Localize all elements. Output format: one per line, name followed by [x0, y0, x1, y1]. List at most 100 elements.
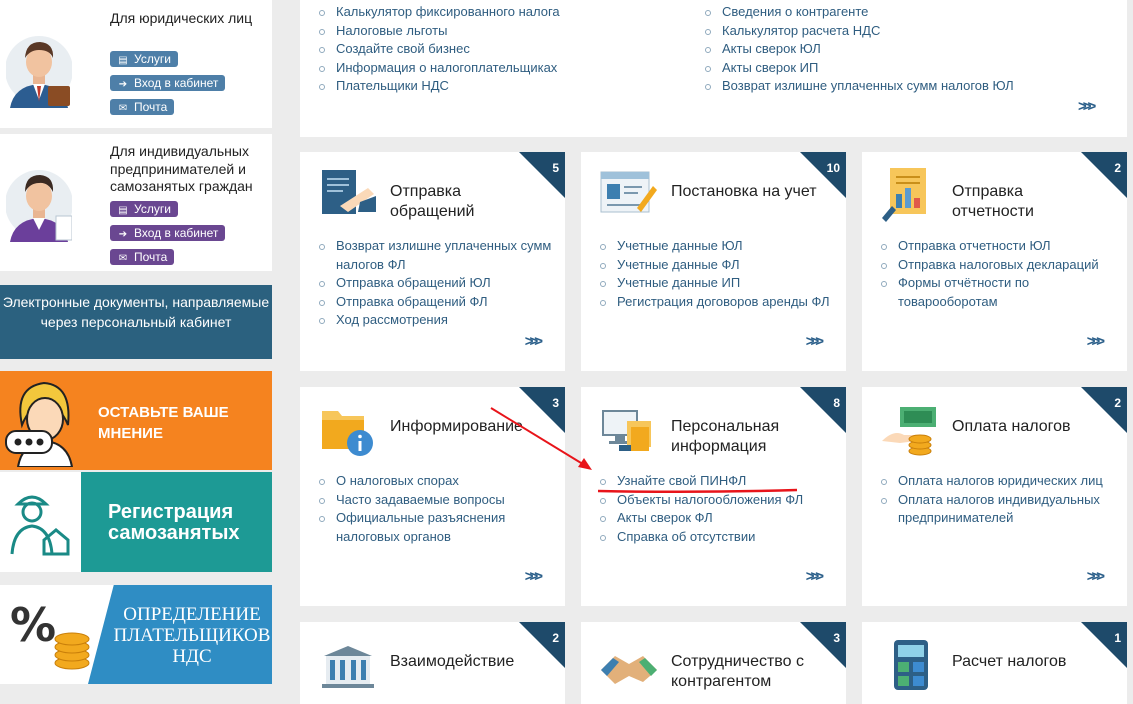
card-link[interactable]: Объекты налогообложения ФЛ [597, 491, 837, 510]
card-link[interactable]: Отправка отчетности ЮЛ [878, 237, 1118, 256]
count-badge: 5 [552, 161, 559, 175]
sidebar: Для юридических лиц ▤ Услуги ➔ Вход в каби… [0, 0, 272, 704]
more-arrows-icon[interactable]: >>> [1087, 333, 1105, 350]
more-arrows-icon[interactable]: >>> [1087, 568, 1105, 585]
government-building-icon [322, 646, 374, 688]
card-link[interactable]: Учетные данные ЮЛ [597, 237, 837, 256]
list-icon: ▤ [118, 55, 128, 66]
count-badge: 1 [1114, 631, 1121, 645]
card-link[interactable]: Регистрация договоров аренды ФЛ [597, 293, 837, 312]
card-title[interactable]: Отправка отчетности [952, 182, 1102, 222]
top-links-left: Калькулятор фиксированного налога Налого… [316, 3, 560, 96]
card-informing: 3 Информирование О налоговых спорах Част… [300, 387, 565, 606]
feedback-banner-text: ОСТАВЬТЕ ВАШЕ МНЕНИЕ [98, 404, 229, 442]
card-title[interactable]: Взаимодействие [390, 652, 540, 672]
button-label: Почта [134, 100, 168, 114]
count-badge: 10 [826, 161, 840, 175]
card-link[interactable]: Справка об отсутствии [597, 528, 837, 547]
card-interaction: 2 Взаимодействие [300, 622, 565, 704]
card-title[interactable]: Персональная информация [671, 417, 821, 457]
card-link[interactable]: Акты сверок ФЛ [597, 509, 837, 528]
card-link[interactable]: Возврат излишне уплаченных сумм налогов … [316, 237, 556, 274]
envelope-icon: ✉ [118, 253, 128, 264]
card-link[interactable]: Учетные данные ИП [597, 274, 837, 293]
document-signing-icon [322, 170, 376, 214]
legal-mail-button[interactable]: ✉ Почта [110, 99, 175, 115]
card-link[interactable]: Официальные разъяснения налоговых органо… [316, 509, 556, 546]
report-chart-icon [882, 168, 926, 222]
electronic-documents-link[interactable]: Электронные документы, направляемые чере… [0, 285, 272, 359]
card-tax-payment: 2 Оплата налогов Оплата налогов юридичес… [862, 387, 1127, 606]
top-link[interactable]: Калькулятор фиксированного налога [316, 3, 560, 22]
more-arrows-icon[interactable]: >>> [525, 568, 543, 585]
vat-payers-banner[interactable]: % ОПРЕДЕЛЕНИЕ ПЛАТЕЛЬЩИКОВ НДС [0, 585, 272, 684]
card-title[interactable]: Информирование [390, 417, 540, 437]
individual-login-button[interactable]: ➔ Вход в кабинет [110, 225, 226, 241]
count-badge: 2 [1114, 396, 1121, 410]
legal-services-button[interactable]: ▤ Услуги [110, 51, 178, 67]
card-link[interactable]: Узнайте свой ПИНФЛ [597, 472, 837, 491]
card-links: О налоговых спорах Часто задаваемые вопр… [316, 472, 556, 546]
card-link[interactable]: Отправка обращений ЮЛ [316, 274, 556, 293]
top-link[interactable]: Плательщики НДС [316, 77, 560, 96]
count-badge: 3 [833, 631, 840, 645]
more-arrows-icon[interactable]: >>> [1078, 98, 1096, 115]
card-title[interactable]: Отправка обращений [390, 182, 540, 222]
top-link[interactable]: Сведения о контрагенте [702, 3, 1014, 22]
self-employed-banner-text: Регистрация самозанятых [108, 501, 240, 544]
card-links: Отправка отчетности ЮЛ Отправка налоговы… [878, 237, 1118, 311]
card-links: Узнайте свой ПИНФЛ Объекты налогообложен… [597, 472, 837, 546]
card-link[interactable]: Ход рассмотрения [316, 311, 556, 330]
legal-login-button[interactable]: ➔ Вход в кабинет [110, 75, 226, 91]
individuals-title: Для индивидуальных предпринимателей и са… [110, 143, 253, 194]
card-tax-calculation: 1 Расчет налогов [862, 622, 1127, 704]
card-link[interactable]: Оплата налогов юридических лиц [878, 472, 1118, 491]
count-badge: 2 [552, 631, 559, 645]
card-links: Возврат излишне уплаченных сумм налогов … [316, 237, 556, 330]
card-links: Учетные данные ЮЛ Учетные данные ФЛ Учет… [597, 237, 837, 311]
individual-mail-button[interactable]: ✉ Почта [110, 249, 175, 265]
money-coins-icon [882, 407, 936, 456]
feedback-banner[interactable]: ОСТАВЬТЕ ВАШЕ МНЕНИЕ [0, 371, 272, 470]
card-title[interactable]: Расчет налогов [952, 652, 1102, 672]
top-link[interactable]: Калькулятор расчета НДС [702, 22, 1014, 41]
id-card-icon [600, 171, 657, 213]
individuals-card: Для индивидуальных предпринимателей и са… [0, 134, 272, 271]
button-label: Почта [134, 250, 168, 264]
card-title[interactable]: Постановка на учет [671, 182, 821, 202]
top-links-panel: Калькулятор фиксированного налога Налого… [300, 0, 1127, 137]
card-link[interactable]: О налоговых спорах [316, 472, 556, 491]
card-link[interactable]: Отправка обращений ФЛ [316, 293, 556, 312]
card-link[interactable]: Оплата налогов индивидуальных предприним… [878, 491, 1118, 528]
button-label: Услуги [134, 52, 171, 66]
card-title[interactable]: Оплата налогов [952, 417, 1102, 437]
top-link[interactable]: Создайте свой бизнес [316, 40, 560, 59]
individual-services-button[interactable]: ▤ Услуги [110, 201, 178, 217]
card-link[interactable]: Формы отчётности по товарооборотам [878, 274, 1118, 311]
card-title[interactable]: Сотрудничество с контрагентом [671, 652, 821, 692]
card-link[interactable]: Отправка налоговых деклараций [878, 256, 1118, 275]
sign-in-icon: ➔ [118, 229, 128, 240]
more-arrows-icon[interactable]: >>> [806, 568, 824, 585]
self-employed-registration-banner[interactable]: Регистрация самозанятых [0, 472, 272, 572]
top-link[interactable]: Возврат излишне уплаченных сумм налогов … [702, 77, 1014, 96]
folder-info-icon [322, 411, 373, 456]
top-link[interactable]: Акты сверок ИП [702, 59, 1014, 78]
top-link[interactable]: Налоговые льготы [316, 22, 560, 41]
card-links: Оплата налогов юридических лиц Оплата на… [878, 472, 1118, 528]
card-registration: 10 Постановка на учет Учетные данные ЮЛ … [581, 152, 846, 371]
top-link[interactable]: Информация о налогоплательщиках [316, 59, 560, 78]
card-link[interactable]: Часто задаваемые вопросы [316, 491, 556, 510]
top-link[interactable]: Акты сверок ЮЛ [702, 40, 1014, 59]
card-reporting: 2 Отправка отчетности Отправка отчетност… [862, 152, 1127, 371]
percent-coins-icon: % [10, 598, 90, 670]
more-arrows-icon[interactable]: >>> [525, 333, 543, 350]
vat-banner-text: ОПРЕДЕЛЕНИЕ ПЛАТЕЛЬЩИКОВ НДС [113, 604, 271, 667]
button-label: Вход в кабинет [134, 226, 219, 240]
card-counterparty-cooperation: 3 Сотрудничество с контрагентом [581, 622, 846, 704]
envelope-icon: ✉ [118, 103, 128, 114]
businessman-avatar [6, 28, 72, 108]
computer-files-icon [602, 410, 651, 451]
more-arrows-icon[interactable]: >>> [806, 333, 824, 350]
card-link[interactable]: Учетные данные ФЛ [597, 256, 837, 275]
